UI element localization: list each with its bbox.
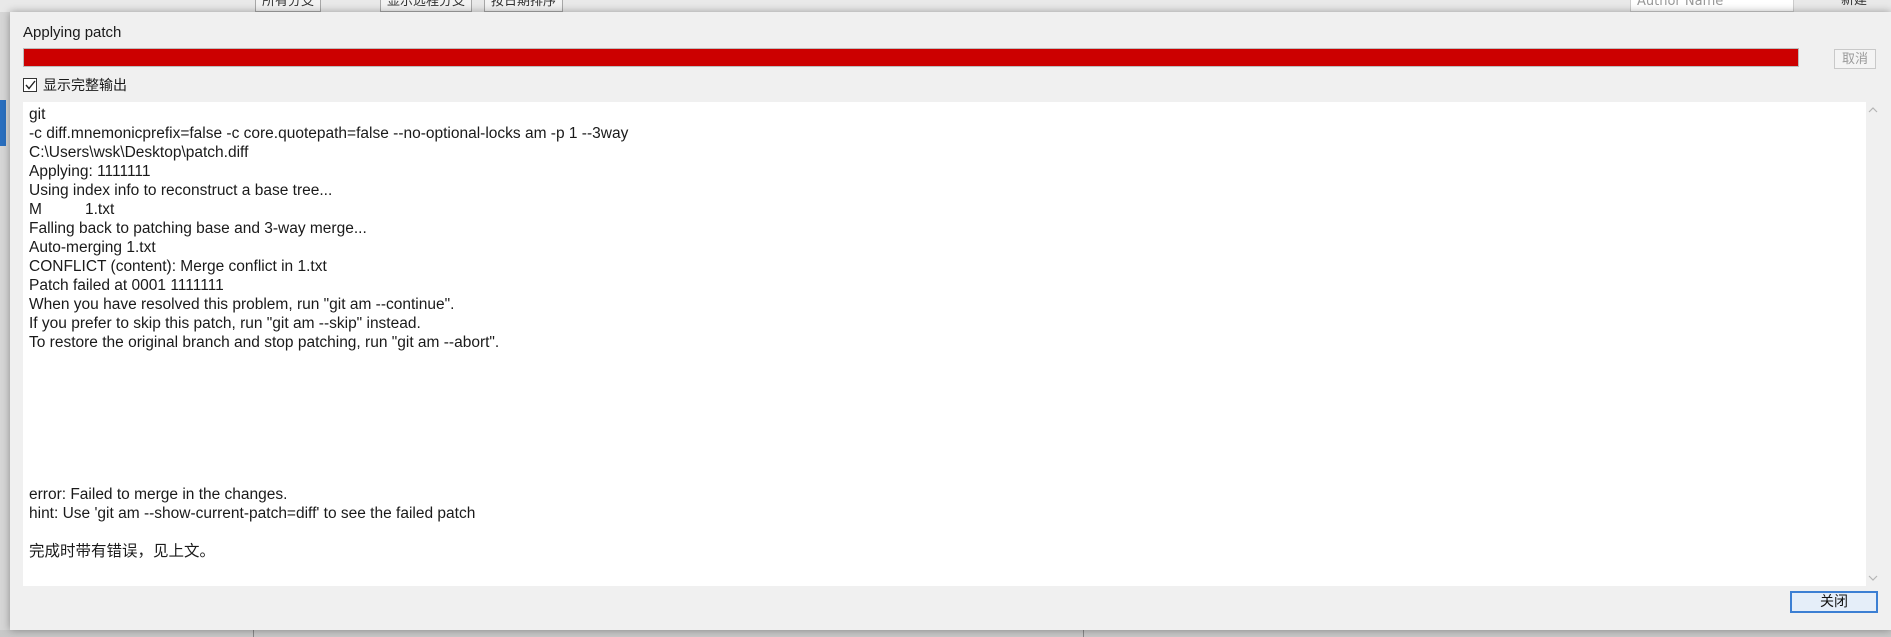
branch-filter-dropdown[interactable]: 所有分支 — [255, 0, 322, 12]
output-line: git — [29, 106, 46, 123]
output-line: error: Failed to merge in the changes. — [29, 486, 288, 503]
output-line: If you prefer to skip this patch, run "g… — [29, 315, 421, 332]
background-toolbar: 所有分支 显示远程分支 按日期排序 Author Name 新建 — [0, 0, 1891, 12]
output-line: -c diff.mnemonicprefix=false -c core.quo… — [29, 125, 629, 142]
output-line: Falling back to patching base and 3-way … — [29, 220, 367, 237]
close-button[interactable]: 关闭 — [1790, 591, 1878, 613]
show-full-output-option[interactable]: 显示完整输出 — [23, 76, 127, 94]
output-line: Patch failed at 0001 1111111 — [29, 277, 224, 294]
checkmark-icon — [24, 80, 36, 90]
output-line: 完成时带有错误，见上文。 — [29, 543, 216, 560]
background-bottom-strip — [0, 630, 1891, 637]
output-scrollbar[interactable] — [1866, 102, 1880, 586]
cancel-button[interactable]: 取消 — [1834, 49, 1876, 69]
remote-branches-toggle[interactable]: 显示远程分支 — [380, 0, 473, 12]
progress-bar — [23, 48, 1799, 67]
show-full-output-checkbox[interactable] — [23, 78, 37, 92]
output-line: When you have resolved this problem, run… — [29, 296, 455, 313]
background-divider — [253, 630, 254, 637]
background-divider — [1083, 630, 1084, 637]
output-line: CONFLICT (content): Merge conflict in 1.… — [29, 258, 327, 275]
show-full-output-label: 显示完整输出 — [43, 78, 127, 94]
output-line: Using index info to reconstruct a base t… — [29, 182, 333, 199]
apply-patch-dialog: Applying patch 取消 显示完整输出 git -c diff.mnem… — [10, 12, 1891, 630]
progress-bar-fill — [24, 49, 1798, 66]
output-log[interactable]: git -c diff.mnemonicprefix=false -c core.… — [23, 102, 1866, 586]
new-branch-button[interactable]: 新建 — [1835, 0, 1873, 10]
output-line: hint: Use 'git am --show-current-patch=d… — [29, 505, 476, 522]
scroll-up-icon[interactable] — [1868, 106, 1878, 114]
output-line: C:\Users\wsk\Desktop\patch.diff — [29, 144, 249, 161]
dialog-title: Applying patch — [23, 24, 122, 41]
sort-order-dropdown[interactable]: 按日期排序 — [484, 0, 564, 12]
output-line: M 1.txt — [29, 201, 115, 218]
background-selection-marker — [0, 100, 6, 146]
output-line: Applying: 1111111 — [29, 163, 151, 180]
scroll-down-icon[interactable] — [1868, 574, 1878, 582]
output-line: To restore the original branch and stop … — [29, 334, 500, 351]
author-search-input[interactable]: Author Name — [1630, 0, 1794, 12]
output-line: Auto-merging 1.txt — [29, 239, 156, 256]
